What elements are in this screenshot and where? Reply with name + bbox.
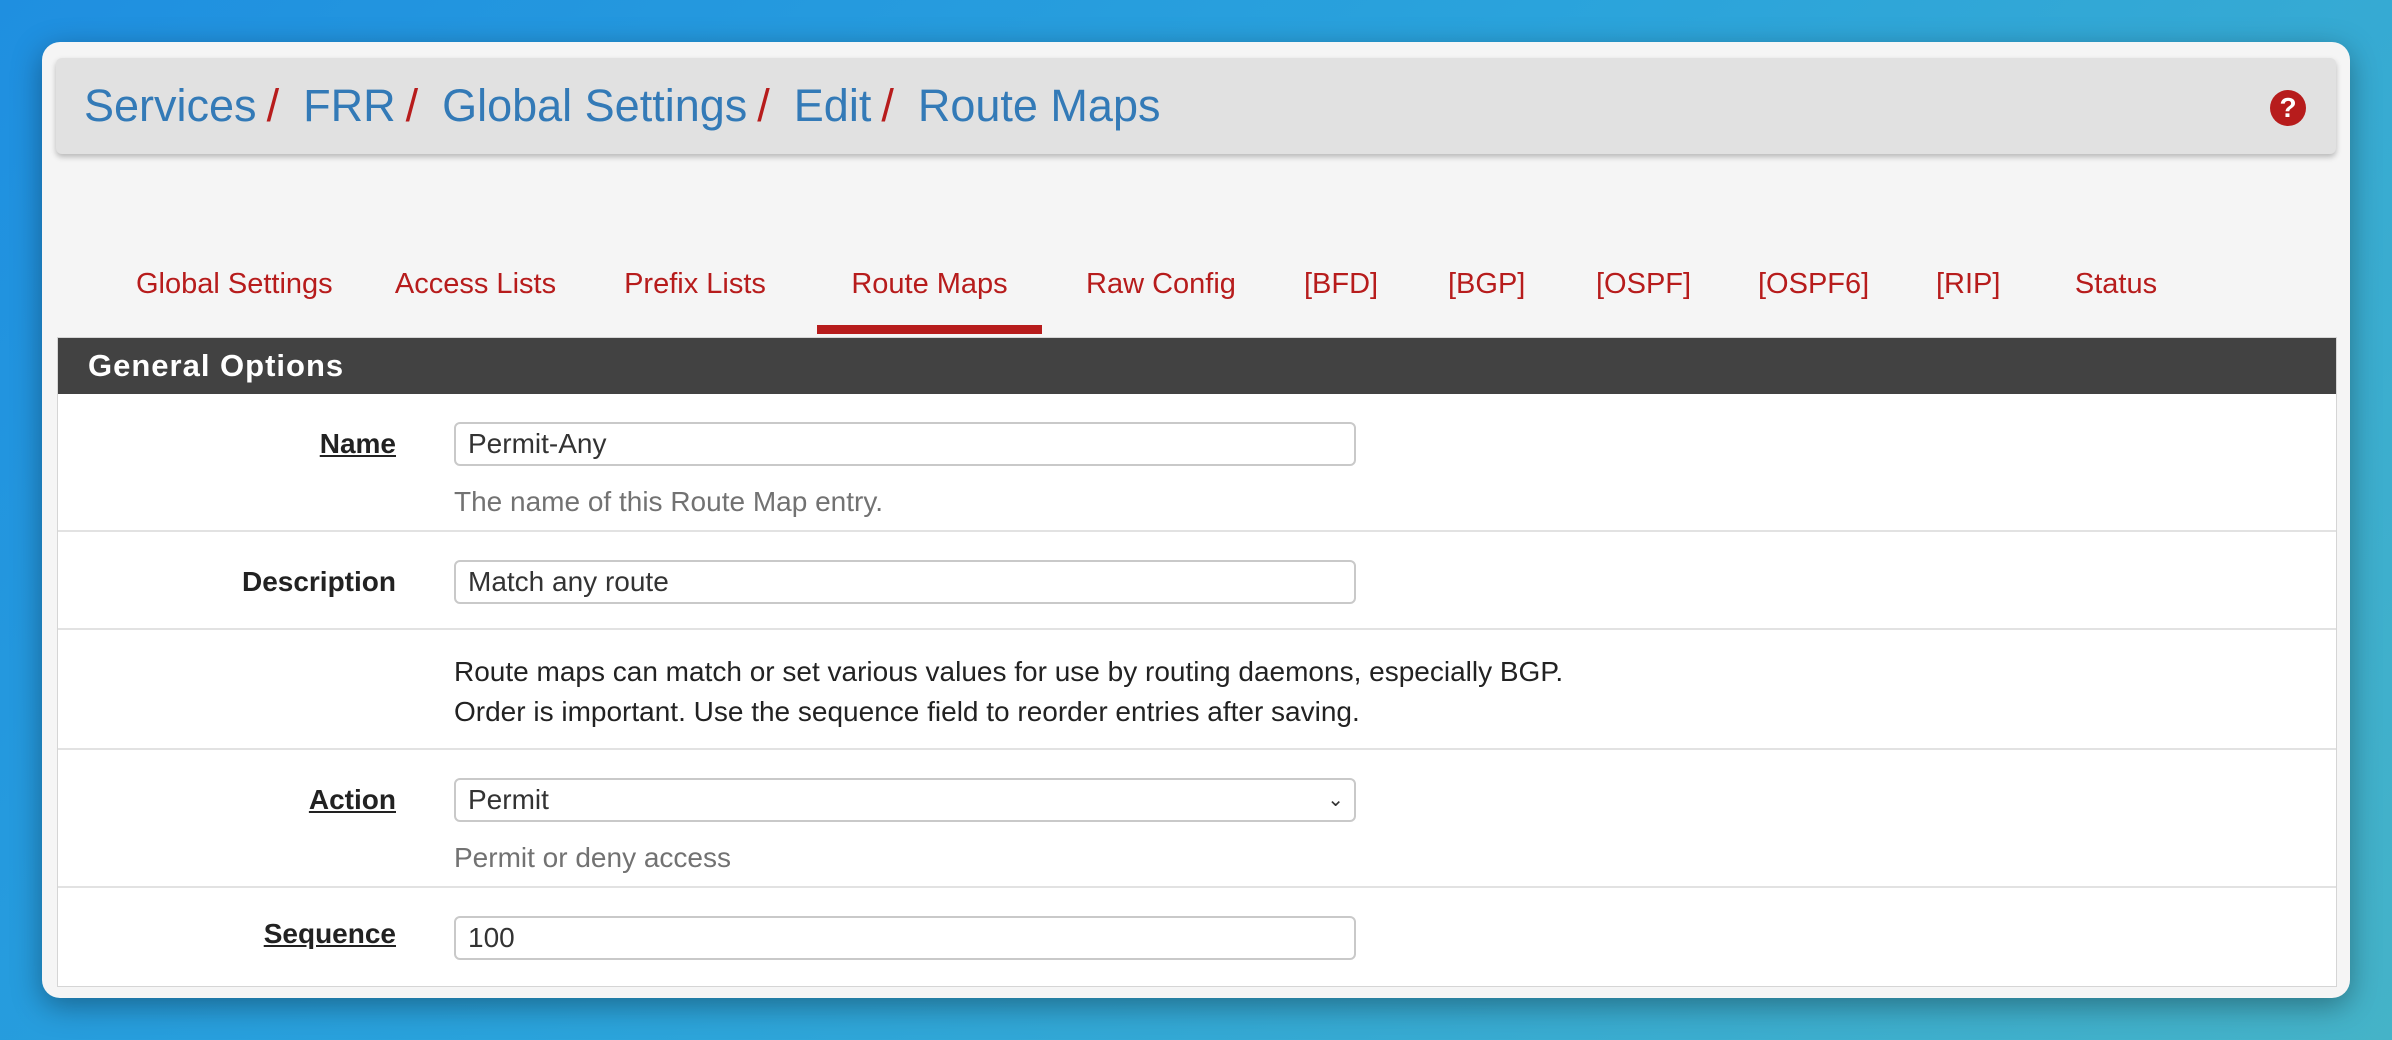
name-label: Name [319,428,396,459]
breadcrumb-frr[interactable]: FRR [303,80,395,132]
tab-label: [RIP] [1936,268,2001,300]
name-help-text: The name of this Route Map entry. [454,486,884,517]
info-text: Route maps can match or set various valu… [454,652,1563,732]
action-select[interactable]: Permit ⌄ [454,778,1356,822]
general-options-panel: General Options Name The name of this Ro… [57,337,2337,987]
tab-bgp[interactable]: [BGP] [1448,218,1526,334]
tab-ospf6[interactable]: [OSPF6] [1758,218,1870,334]
breadcrumb-separator: / [266,80,280,131]
breadcrumb-separator: / [881,80,894,131]
page-header: Services / FRR / Global Settings / Edit … [56,58,2336,154]
tab-ospf[interactable]: [OSPF] [1596,218,1692,334]
breadcrumb-separator: / [757,80,770,131]
tab-rip[interactable]: [RIP] [1936,218,2001,334]
breadcrumb-separator: / [405,80,419,131]
chevron-down-icon: ⌄ [1327,789,1344,811]
description-label: Description [241,566,396,597]
panel-title: General Options [58,338,2336,394]
action-select-value: Permit [468,784,549,815]
sequence-input[interactable] [454,916,1356,960]
app-window: Services / FRR / Global Settings / Edit … [42,42,2350,998]
info-line-2: Order is important. Use the sequence fie… [454,696,1360,727]
tab-label: Route Maps [851,268,1008,300]
tab-raw-config[interactable]: Raw Config [1086,218,1236,334]
breadcrumb-services[interactable]: Services [84,80,257,132]
tab-prefix-lists[interactable]: Prefix Lists [624,218,766,334]
tab-label: Status [2074,268,2158,300]
breadcrumb-edit[interactable]: Edit [794,80,872,132]
tab-label: [OSPF6] [1758,268,1870,300]
question-circle-icon[interactable]: ? [2270,90,2306,126]
tab-route-maps[interactable]: Route Maps [817,218,1042,334]
tab-status[interactable]: Status [2074,218,2158,334]
breadcrumb-route-maps[interactable]: Route Maps [918,80,1161,132]
tab-label: [OSPF] [1596,268,1692,300]
tab-label: Access Lists [394,268,557,300]
tab-access-lists[interactable]: Access Lists [394,218,557,334]
tab-bar: Global Settings Access Lists Prefix List… [94,218,2334,338]
breadcrumb-global-settings[interactable]: Global Settings [442,80,747,132]
info-line-1: Route maps can match or set various valu… [454,656,1564,687]
tab-bfd[interactable]: [BFD] [1304,218,1379,334]
tab-label: Raw Config [1086,268,1236,300]
tab-label: Prefix Lists [624,268,766,300]
breadcrumb: Services / FRR / Global Settings / Edit … [84,58,1160,154]
action-label: Action [308,784,396,815]
action-row: Action Permit ⌄ Permit or deny access [58,750,2336,888]
tab-global-settings[interactable]: Global Settings [136,218,333,334]
name-row: Name The name of this Route Map entry. [58,394,2336,532]
info-row: Route maps can match or set various valu… [58,630,2336,750]
tab-label: [BFD] [1304,268,1379,300]
action-help-text: Permit or deny access [454,842,731,873]
description-input[interactable] [454,560,1356,604]
description-row: Description [58,532,2336,630]
tab-label: Global Settings [136,268,333,300]
sequence-row: Sequence [58,888,2336,984]
sequence-label: Sequence [263,918,396,949]
tab-label: [BGP] [1448,268,1526,300]
name-input[interactable] [454,422,1356,466]
